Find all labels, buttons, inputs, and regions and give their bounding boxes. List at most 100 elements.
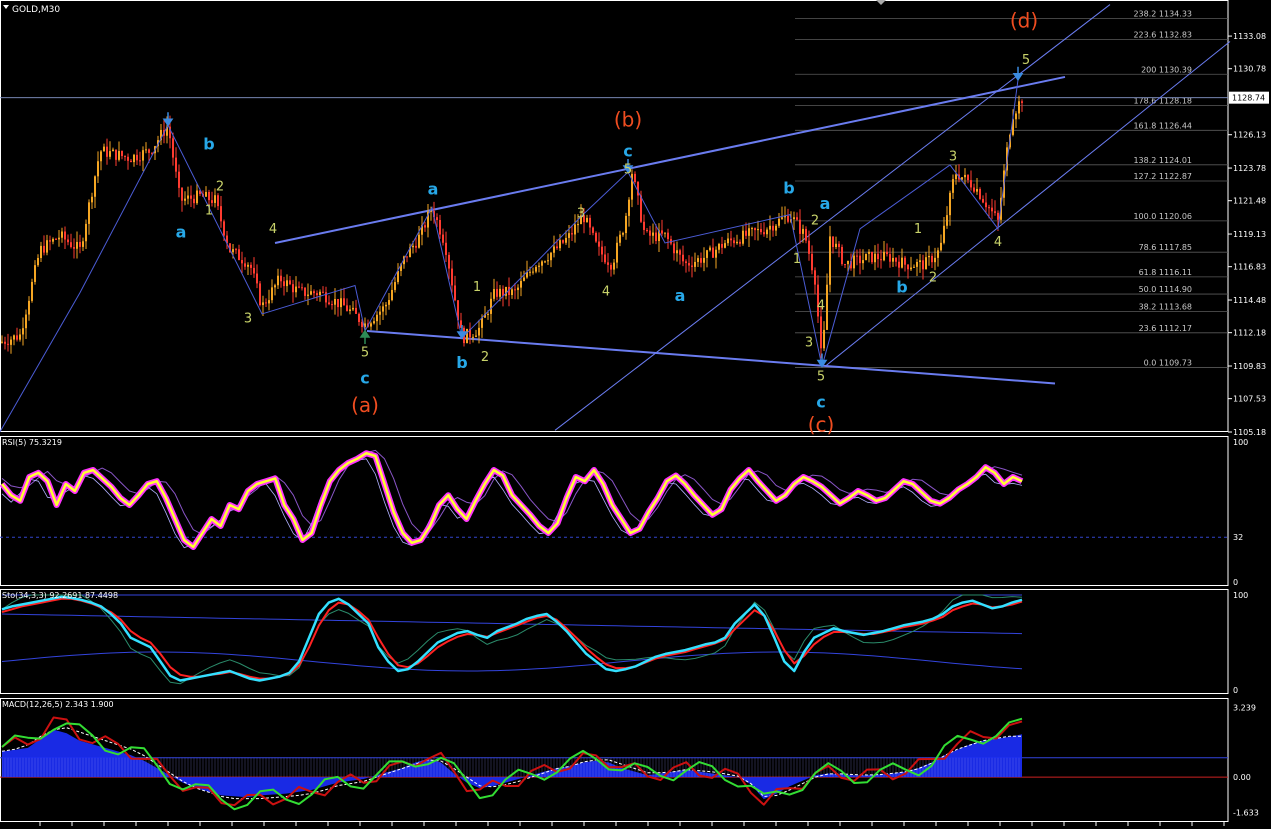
candle-body: [487, 313, 489, 315]
candle-body: [655, 232, 657, 242]
candle-body: [466, 328, 468, 344]
text-layer: GOLD,M30: [12, 5, 60, 15]
candle-body: [49, 240, 51, 242]
candle-body: [127, 156, 129, 161]
wave-label: 1: [793, 252, 801, 267]
candle-body: [283, 281, 285, 287]
candle-body: [991, 207, 993, 212]
candle-body: [682, 254, 684, 262]
candle-body: [97, 161, 99, 177]
candle-body: [511, 289, 513, 296]
candle-body: [754, 228, 756, 231]
candle-body: [601, 246, 603, 255]
candle-body: [691, 265, 693, 267]
stoch-main-line: [1, 595, 1023, 682]
price-tick-label: 1112.18: [1233, 329, 1266, 338]
candle-body: [877, 253, 879, 260]
candle-body: [928, 255, 930, 258]
candle-body: [955, 174, 957, 180]
candle-body: [814, 270, 816, 285]
candle-body: [289, 280, 291, 285]
candle-body: [703, 257, 705, 263]
candle-body: [187, 195, 189, 199]
wave-label: 4: [269, 222, 277, 237]
candle-body: [694, 261, 696, 267]
candle-body: [40, 245, 42, 258]
rsi-glow-line: [0, 450, 1024, 550]
price-tick-label: 1133.08: [1233, 32, 1266, 41]
candle-body: [835, 243, 837, 247]
candle-body: [679, 250, 681, 255]
candle-body: [259, 283, 261, 306]
candle-body: [652, 232, 654, 236]
price-tick-label: 1114.48: [1233, 296, 1266, 305]
candle-body: [73, 247, 75, 249]
candle-body: [940, 242, 942, 251]
candle-body: [901, 257, 903, 268]
candle-body: [937, 250, 939, 258]
candle-body: [349, 309, 351, 311]
candle-body: [100, 151, 102, 162]
stochastic-panel: Sto(34,3,3) 92.2691 87.4498: [1, 591, 1023, 685]
candle-body: [58, 237, 60, 240]
candle-body: [688, 263, 690, 266]
candle-body: [982, 198, 984, 203]
candle-body: [223, 221, 225, 236]
channel-line: [824, 41, 1231, 367]
candle-body: [889, 254, 891, 262]
candle-body: [823, 329, 825, 349]
candle-body: [178, 171, 180, 188]
price-tick-label: 1126.13: [1233, 131, 1266, 140]
fib-level-label: 23.6 1112.17: [1139, 324, 1192, 333]
candle-body: [565, 237, 567, 243]
price-tick-label: 1123.78: [1233, 164, 1266, 173]
candle-body: [592, 227, 594, 233]
candle-body: [442, 234, 444, 243]
candle-body: [91, 196, 93, 203]
candle-body: [796, 217, 798, 220]
wave-label: 3: [949, 150, 957, 165]
candle-body: [949, 192, 951, 216]
candle-body: [979, 189, 981, 199]
candle-body: [568, 233, 570, 238]
candle-body: [52, 238, 54, 242]
candle-body: [883, 251, 885, 261]
fib-level-label: 200 1130.39: [1141, 65, 1192, 74]
candle-body: [886, 251, 888, 255]
candle-body: [277, 275, 279, 286]
candle-body: [805, 228, 807, 241]
candle-body: [382, 306, 384, 312]
candle-body: [574, 224, 576, 235]
fib-level-label: 161.8 1126.44: [1133, 121, 1192, 130]
wave-label: 2: [481, 350, 489, 365]
candle-body: [415, 245, 417, 248]
candle-body: [268, 300, 270, 304]
wave-label: b: [203, 134, 214, 153]
price-tick-label: 1116.83: [1233, 263, 1266, 272]
candle-body: [769, 225, 771, 230]
price-tick-label: 1107.53: [1233, 395, 1266, 404]
candle-body: [220, 206, 222, 222]
candle-body: [829, 236, 831, 285]
candle-body: [832, 236, 834, 247]
candle-body: [529, 271, 531, 273]
candle-body: [175, 157, 177, 172]
fib-level-label: 0.0 1109.73: [1144, 358, 1192, 367]
chart-canvas[interactable]: 238.2 1134.33 223.6 1132.83 200 1130.39 1 78…: [0, 0, 1271, 829]
candle-body: [733, 240, 735, 244]
candle-body: [700, 258, 702, 263]
candle-body: [37, 257, 39, 266]
candle-body: [310, 291, 312, 295]
candle-body: [388, 300, 390, 305]
candle-body: [397, 270, 399, 283]
candle-body: [604, 254, 606, 263]
candle-body: [634, 173, 636, 182]
rsi-tick-label: 100: [1233, 438, 1248, 447]
candle-body: [715, 249, 717, 258]
candle-body: [802, 228, 804, 234]
candle-body: [292, 284, 294, 293]
candle-body: [673, 243, 675, 254]
candle-body: [109, 151, 111, 157]
candle-body: [964, 174, 966, 178]
stoch-tick-label: 0: [1233, 686, 1238, 695]
